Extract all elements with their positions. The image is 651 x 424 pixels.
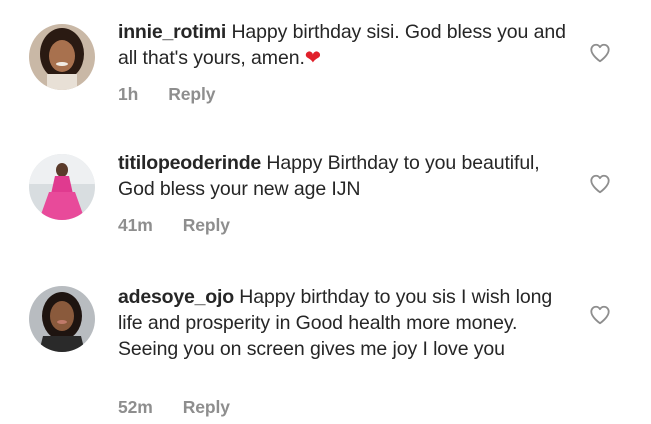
comment-timestamp: 1h — [118, 84, 139, 104]
avatar[interactable] — [29, 286, 95, 352]
like-button[interactable] — [589, 42, 611, 64]
heart-emoji: ❤ — [304, 47, 322, 69]
comment-meta: 1h Reply — [118, 84, 215, 105]
comment-username[interactable]: titilopeoderinde — [118, 152, 261, 174]
comment-timestamp: 52m — [118, 397, 153, 417]
heart-outline-icon — [590, 305, 610, 325]
avatar[interactable] — [29, 24, 95, 90]
comment-username[interactable]: innie_rotimi — [118, 21, 226, 43]
heart-outline-icon — [590, 43, 610, 63]
like-button[interactable] — [589, 173, 611, 195]
comment-timestamp: 41m — [118, 215, 153, 235]
comment-body: adesoye_ojo Happy birthday to you sis I … — [118, 284, 568, 362]
heart-outline-icon — [590, 174, 610, 194]
like-button[interactable] — [589, 304, 611, 326]
reply-button[interactable]: Reply — [183, 397, 230, 418]
comment-meta: 41m Reply — [118, 215, 230, 236]
comment-meta: 52m Reply — [118, 397, 230, 418]
avatar[interactable] — [29, 154, 95, 220]
comment-username[interactable]: adesoye_ojo — [118, 286, 234, 308]
comment-body: innie_rotimi Happy birthday sisi. God bl… — [118, 19, 568, 71]
reply-button[interactable]: Reply — [183, 215, 230, 236]
reply-button[interactable]: Reply — [168, 84, 215, 105]
comment-body: titilopeoderinde Happy Birthday to you b… — [118, 150, 568, 202]
